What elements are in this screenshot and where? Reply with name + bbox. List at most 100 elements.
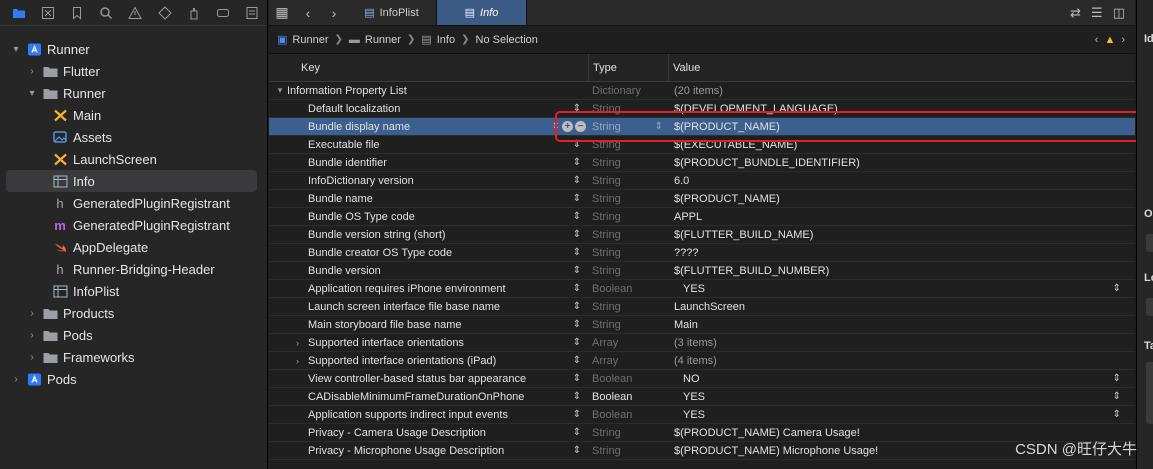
chevron-right-icon[interactable]: › bbox=[1121, 34, 1125, 46]
grid-icon[interactable]: ▦ bbox=[269, 0, 295, 25]
chevron-left-icon[interactable]: ‹ bbox=[1095, 34, 1099, 46]
row-value[interactable]: $(FLUTTER_BUILD_NUMBER) bbox=[669, 265, 1135, 277]
row-type[interactable]: String bbox=[589, 445, 669, 457]
navigator-item[interactable]: ▾ Runner bbox=[0, 38, 267, 60]
row-type[interactable]: String bbox=[589, 193, 669, 205]
row-type[interactable]: Array bbox=[589, 355, 669, 367]
chevron-right-icon[interactable]: › bbox=[287, 338, 308, 348]
row-type[interactable]: Boolean bbox=[589, 391, 669, 403]
chevron-right-icon[interactable]: › bbox=[26, 65, 38, 77]
key-stepper[interactable]: ⇕ + − bbox=[549, 121, 589, 132]
chevron-down-icon[interactable]: ▾ bbox=[10, 43, 22, 55]
stepper-icon[interactable]: ⇕ bbox=[573, 319, 581, 330]
popup-chevron-icon[interactable]: ⇕ bbox=[1113, 391, 1121, 402]
inspector-field[interactable] bbox=[1146, 298, 1153, 316]
key-stepper[interactable]: ⇕ bbox=[565, 265, 589, 276]
plist-row[interactable]: Bundle identifier ⇕ String $(PRODUCT_BUNDLE… bbox=[269, 154, 1135, 172]
key-stepper[interactable]: ⇕ bbox=[565, 337, 589, 348]
key-stepper[interactable]: ⇕ bbox=[565, 427, 589, 438]
column-header-type[interactable]: Type bbox=[589, 54, 669, 81]
breadcrumb-item[interactable]: ▣ Runner bbox=[277, 33, 328, 47]
stepper-icon[interactable]: ⇕ bbox=[573, 211, 581, 222]
navigator-item[interactable]: › Products bbox=[0, 302, 267, 324]
row-value[interactable]: $(DEVELOPMENT_LANGUAGE) bbox=[669, 103, 1135, 115]
row-type[interactable]: String bbox=[589, 301, 669, 313]
test-navigator-button[interactable] bbox=[150, 2, 179, 24]
plist-row[interactable]: Application supports indirect input even… bbox=[269, 406, 1135, 424]
plist-row[interactable]: Bundle name ⇕ String $(PRODUCT_NAME) bbox=[269, 190, 1135, 208]
key-stepper[interactable]: ⇕ bbox=[565, 409, 589, 420]
column-header-value[interactable]: Value bbox=[669, 54, 1135, 81]
navigator-item[interactable]: › Flutter bbox=[0, 60, 267, 82]
row-value[interactable]: Main bbox=[669, 319, 1135, 331]
inspector-field[interactable] bbox=[1146, 234, 1153, 252]
navigator-item[interactable]: h Runner-Bridging-Header bbox=[0, 258, 267, 280]
plist-row[interactable]: Privacy - Microphone Usage Description ⇕ S… bbox=[269, 442, 1135, 460]
breadcrumb-item[interactable]: ▬ Runner bbox=[349, 34, 401, 46]
stepper-icon[interactable]: ⇕ bbox=[573, 247, 581, 258]
row-value[interactable]: (4 items) bbox=[669, 355, 1135, 367]
stepper-icon[interactable]: ⇕ bbox=[573, 103, 581, 114]
row-type[interactable]: Boolean bbox=[589, 373, 669, 385]
navigator-item[interactable]: › Pods bbox=[0, 324, 267, 346]
row-value[interactable]: YES ⇕ bbox=[669, 283, 1135, 295]
row-value[interactable]: NO ⇕ bbox=[669, 373, 1135, 385]
row-value[interactable]: $(PRODUCT_BUNDLE_IDENTIFIER) bbox=[669, 157, 1135, 169]
plist-row[interactable]: Default localization ⇕ String $(DEVELOPMENT… bbox=[269, 100, 1135, 118]
chevron-right-icon[interactable]: › bbox=[10, 373, 22, 385]
row-type[interactable]: String bbox=[589, 427, 669, 439]
key-stepper[interactable]: ⇕ bbox=[565, 391, 589, 402]
row-value[interactable]: ???? bbox=[669, 247, 1135, 259]
stepper-icon[interactable]: ⇕ bbox=[573, 355, 581, 366]
plist-row[interactable]: Privacy - Camera Usage Description ⇕ Strin… bbox=[269, 424, 1135, 442]
chevron-right-icon[interactable]: › bbox=[26, 307, 38, 319]
column-header-key[interactable]: Key bbox=[269, 54, 589, 81]
plist-row[interactable]: Bundle version ⇕ String $(FLUTTER_BUILD_NUM… bbox=[269, 262, 1135, 280]
tab-infoplist[interactable]: ▤ InfoPlist bbox=[347, 0, 437, 25]
key-stepper[interactable]: ⇕ bbox=[565, 373, 589, 384]
stepper-icon[interactable]: ⇕ bbox=[573, 427, 581, 438]
navigator-item[interactable]: InfoPlist bbox=[0, 280, 267, 302]
row-value[interactable]: (3 items) bbox=[669, 337, 1135, 349]
key-stepper[interactable]: ⇕ bbox=[565, 229, 589, 240]
plist-row[interactable]: Bundle creator OS Type code ⇕ String???? bbox=[269, 244, 1135, 262]
chevron-right-icon[interactable]: › bbox=[26, 329, 38, 341]
stepper-icon[interactable]: ⇕ bbox=[573, 193, 581, 204]
plist-row[interactable]: CADisableMinimumFrameDurationOnPhone ⇕ Boo… bbox=[269, 388, 1135, 406]
row-type[interactable]: String bbox=[589, 247, 669, 259]
forward-button[interactable]: › bbox=[321, 0, 347, 25]
plist-row[interactable]: InfoDictionary version ⇕ String 6.0 bbox=[269, 172, 1135, 190]
stepper-icon[interactable]: ⇕ bbox=[573, 301, 581, 312]
back-button[interactable]: ‹ bbox=[295, 0, 321, 25]
row-type[interactable]: String bbox=[589, 175, 669, 187]
debug-navigator-button[interactable] bbox=[179, 2, 208, 24]
chevron-right-icon[interactable]: › bbox=[287, 356, 308, 366]
stepper-icon[interactable]: ⇕ bbox=[573, 229, 581, 240]
refresh-icon[interactable]: ⇄ bbox=[1070, 5, 1081, 21]
chevron-right-icon[interactable]: › bbox=[26, 351, 38, 363]
popup-chevron-icon[interactable]: ⇕ bbox=[1113, 283, 1121, 294]
report-navigator-button[interactable] bbox=[238, 2, 267, 24]
stepper-icon[interactable]: ⇕ bbox=[573, 157, 581, 168]
key-stepper[interactable]: ⇕ bbox=[565, 355, 589, 366]
type-stepper-icon[interactable]: ⇕ bbox=[655, 121, 663, 132]
row-type[interactable]: String bbox=[589, 157, 669, 169]
tab-info[interactable]: ▤ Info bbox=[437, 0, 527, 25]
plist-row[interactable]: Bundle OS Type code ⇕ String APPL bbox=[269, 208, 1135, 226]
navigator-item[interactable]: › Pods bbox=[0, 368, 267, 390]
row-type[interactable]: Boolean bbox=[589, 409, 669, 421]
warning-icon[interactable]: ▲ bbox=[1104, 34, 1115, 46]
row-type[interactable]: String bbox=[589, 211, 669, 223]
stepper-icon[interactable]: ⇕ bbox=[552, 121, 560, 132]
navigator-item[interactable]: Main bbox=[0, 104, 267, 126]
row-value[interactable]: YES ⇕ bbox=[669, 391, 1135, 403]
key-stepper[interactable]: ⇕ bbox=[565, 283, 589, 294]
stepper-icon[interactable]: ⇕ bbox=[573, 337, 581, 348]
navigator-item[interactable]: Assets bbox=[0, 126, 267, 148]
key-stepper[interactable]: ⇕ bbox=[565, 157, 589, 168]
plist-row[interactable]: Bundle display name ⇕ + − String ⇕ $(PRODUCT_N… bbox=[269, 118, 1135, 136]
key-stepper[interactable]: ⇕ bbox=[565, 193, 589, 204]
plist-row[interactable]: › Supported interface orientations ⇕ Array(… bbox=[269, 334, 1135, 352]
stepper-icon[interactable]: ⇕ bbox=[573, 373, 581, 384]
inspector-field[interactable] bbox=[1146, 362, 1153, 424]
